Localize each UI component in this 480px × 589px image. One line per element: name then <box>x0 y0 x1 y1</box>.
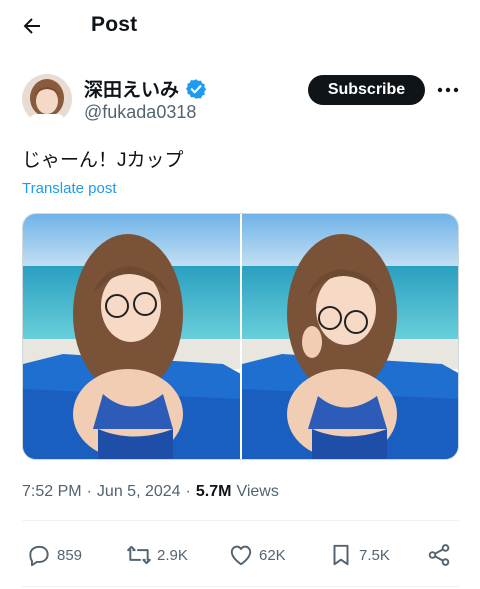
profile-avatar-image <box>22 74 72 124</box>
post-time[interactable]: 7:52 PM <box>22 483 82 501</box>
photo-image <box>241 214 458 459</box>
meta-separator: · <box>86 483 92 500</box>
subscribe-button[interactable]: Subscribe <box>308 75 425 105</box>
author-name-row[interactable]: 深田えいみ <box>84 75 207 102</box>
meta-separator: · <box>185 483 191 500</box>
repost-button[interactable]: 2.9K <box>126 542 188 568</box>
page-title: Post <box>91 13 138 36</box>
like-count: 62K <box>259 546 286 564</box>
verified-badge-icon <box>185 78 207 99</box>
bookmark-button[interactable]: 7.5K <box>328 542 390 568</box>
repost-icon <box>127 545 151 565</box>
more-button[interactable] <box>435 78 461 102</box>
post-meta: 7:52 PM · Jun 5, 2024 · 5.7M Views <box>22 483 279 501</box>
share-icon <box>428 544 450 566</box>
share-button[interactable] <box>426 542 452 568</box>
repost-count: 2.9K <box>157 546 188 564</box>
avatar[interactable] <box>22 74 72 124</box>
display-name: 深田えいみ <box>84 80 180 101</box>
divider <box>22 586 459 587</box>
post-media <box>22 213 459 460</box>
top-bar: Post <box>0 0 480 52</box>
views-count: 5.7M <box>195 483 232 500</box>
photo-image <box>23 214 240 459</box>
back-button[interactable] <box>18 12 46 40</box>
post-text: じゃーん！Jカップ <box>22 150 184 171</box>
post-photo-1[interactable] <box>23 214 240 459</box>
more-horizontal-icon <box>437 87 459 93</box>
post-date[interactable]: Jun 5, 2024 <box>97 483 181 501</box>
heart-icon <box>230 545 252 566</box>
reply-count: 859 <box>57 546 83 564</box>
reply-button[interactable]: 859 <box>26 542 82 568</box>
bookmark-icon <box>333 544 349 566</box>
arrow-left-icon <box>23 18 40 34</box>
bookmark-count: 7.5K <box>359 546 390 564</box>
post-photo-2[interactable] <box>239 214 458 459</box>
reply-icon <box>29 545 49 567</box>
views-label: Views <box>236 483 279 500</box>
action-bar: 859 2.9K 62K 7.5K <box>0 536 480 576</box>
translate-post-link[interactable]: Translate post <box>22 180 117 197</box>
like-button[interactable]: 62K <box>228 542 286 568</box>
divider <box>22 520 459 521</box>
author-handle[interactable]: @fukada0318 <box>84 102 196 123</box>
